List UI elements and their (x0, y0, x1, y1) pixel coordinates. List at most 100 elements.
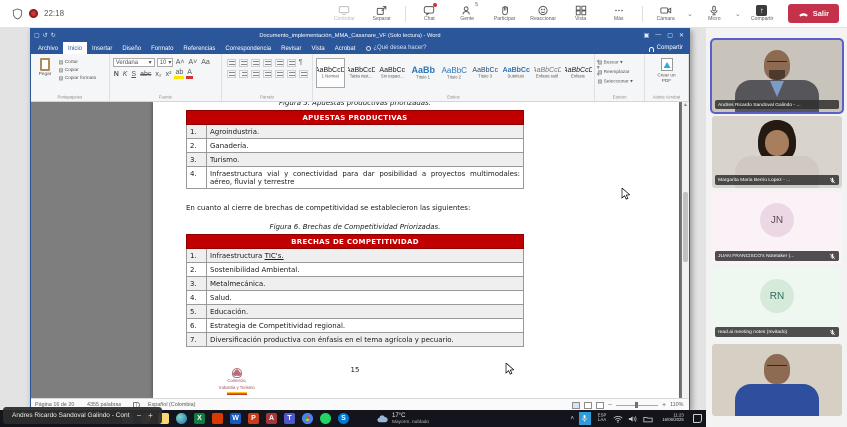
teams-icon[interactable]: T (284, 413, 295, 424)
zoom-slider[interactable] (616, 405, 658, 406)
zoom-out-icon[interactable]: − (608, 402, 612, 409)
tab-insertar[interactable]: Insertar (87, 42, 117, 54)
superscript-button[interactable]: x² (165, 71, 173, 78)
participant-tile-andres[interactable]: Andres Ricardo Sandoval Galindo - ... (712, 40, 842, 112)
leave-button[interactable]: Salir (788, 4, 839, 23)
wifi-icon[interactable] (613, 415, 623, 423)
action-center-icon[interactable] (693, 414, 702, 423)
zoom-level[interactable]: 110% (670, 402, 683, 407)
sort-icon[interactable] (287, 59, 296, 67)
undo-icon[interactable]: ↺ (43, 32, 48, 39)
shading-icon[interactable] (287, 70, 296, 78)
clock[interactable]: 11:2316/06/2025 (662, 414, 684, 423)
style-titulo-2[interactable]: AaBbCTítulo 2 (440, 58, 469, 88)
word-share-button[interactable]: Compartir (649, 42, 689, 54)
tab-revisar[interactable]: Revisar (276, 42, 306, 54)
pilcrow-icon[interactable]: ¶ (299, 59, 303, 67)
scrollbar-thumb[interactable] (683, 192, 688, 262)
underline-button[interactable]: S (130, 71, 137, 78)
increase-indent-icon[interactable] (275, 59, 284, 67)
select-button[interactable]: Seleccionar▾ (598, 79, 633, 85)
tell-me-box[interactable]: ¿Qué desea hacer? (360, 42, 432, 54)
redo-icon[interactable]: ↻ (51, 32, 56, 39)
font-size-select[interactable]: 10▾ (157, 58, 173, 67)
cut-button[interactable]: Cortar (59, 60, 96, 65)
popout-button[interactable]: Separar (364, 1, 400, 27)
whatsapp-icon[interactable] (320, 413, 331, 424)
react-button[interactable]: Reaccionar (525, 1, 561, 27)
participant-tile-juan-notetaker[interactable]: JN JUAN FRANCISCO's Notetaker (... (712, 192, 842, 264)
tab-inicio[interactable]: Inicio (63, 42, 87, 54)
active-mic-indicator[interactable] (579, 412, 591, 425)
access-icon[interactable]: A (266, 413, 277, 424)
web-layout-icon[interactable] (596, 402, 604, 409)
participant-tile-readai[interactable]: RN read.ai meeting notes (Invitado) (712, 268, 842, 340)
font-family-select[interactable]: Verdana▾ (113, 58, 155, 67)
more-button[interactable]: Más (601, 1, 637, 27)
office-app-icon[interactable] (212, 413, 223, 424)
bullet-list-icon[interactable] (227, 59, 236, 67)
style-sin-espaciado[interactable]: AaBbCcSin espaci... (378, 58, 407, 88)
skype-icon[interactable]: S (338, 413, 349, 424)
chat-button[interactable]: Chat (411, 1, 447, 27)
style-normal[interactable]: AaBbCcD1 Normal (316, 58, 345, 88)
volume-icon[interactable] (628, 415, 638, 423)
tab-referencias[interactable]: Referencias (178, 42, 220, 54)
edge-icon[interactable] (176, 413, 187, 424)
justify-icon[interactable] (263, 70, 272, 78)
tab-acrobat[interactable]: Acrobat (330, 42, 361, 54)
multilevel-list-icon[interactable] (251, 59, 260, 67)
tab-correspondencia[interactable]: Correspondencia (220, 42, 276, 54)
excel-icon[interactable]: X (194, 413, 205, 424)
font-color-button[interactable]: A (186, 69, 193, 79)
bold-button[interactable]: N (113, 71, 120, 78)
participant-tile-5[interactable] (712, 344, 842, 416)
view-button[interactable]: Vista (563, 1, 599, 27)
shrink-font-button[interactable]: A˅ (187, 59, 198, 66)
zoom-slider-thumb[interactable] (635, 402, 638, 408)
align-center-icon[interactable] (239, 70, 248, 78)
onedrive-folder-icon[interactable] (643, 415, 653, 423)
read-mode-icon[interactable] (572, 402, 580, 409)
strikethrough-button[interactable]: abc (139, 71, 152, 78)
numbered-list-icon[interactable] (239, 59, 248, 67)
replace-button[interactable]: Reemplazar (598, 70, 633, 75)
mic-chevron-icon[interactable]: ⌄ (735, 10, 741, 18)
find-button[interactable]: Buscar▾ (598, 60, 633, 66)
camera-chevron-icon[interactable]: ⌄ (687, 10, 693, 18)
align-left-icon[interactable] (227, 70, 236, 78)
minimize-icon[interactable]: — (655, 32, 661, 39)
participant-tile-margarita[interactable]: Margarita Maria Berrio Lopez - ... (712, 116, 842, 188)
tab-diseno[interactable]: Diseño (117, 42, 146, 54)
format-painter-button[interactable]: Copiar formato (59, 76, 96, 81)
close-icon[interactable]: ✕ (679, 32, 684, 39)
paste-button[interactable]: Pegar (34, 56, 56, 93)
powerpoint-icon[interactable]: P (248, 413, 259, 424)
highlight-button[interactable]: ab (174, 69, 184, 79)
zoom-in-icon[interactable]: + (662, 402, 666, 409)
tray-expand-icon[interactable]: ˄ (570, 416, 574, 422)
tab-archivo[interactable]: Archivo (33, 42, 63, 54)
vertical-scrollbar[interactable]: ▲ (682, 102, 689, 398)
italic-button[interactable]: K (122, 71, 129, 78)
align-right-icon[interactable] (251, 70, 260, 78)
style-titulo-1[interactable]: AaBbTítulo 1 (409, 58, 438, 88)
people-button[interactable]: 5 Gente (449, 1, 485, 27)
control-button[interactable]: Controlar (326, 1, 362, 27)
create-pdf-button[interactable]: Crear un PDF (652, 74, 681, 85)
weather-widget[interactable]: 17°C Mayorm. nublado (377, 413, 438, 425)
grow-font-button[interactable]: A˄ (175, 59, 186, 66)
subscript-button[interactable]: x₂ (154, 71, 162, 78)
pill-zoom-in-button[interactable]: + (148, 411, 153, 420)
line-spacing-icon[interactable] (275, 70, 284, 78)
scroll-up-icon[interactable]: ▲ (682, 102, 689, 108)
style-subtitulo[interactable]: AaBbCcSubtítulo (502, 58, 531, 88)
print-layout-icon[interactable] (584, 402, 592, 409)
chrome-icon[interactable] (302, 413, 313, 424)
raise-hand-button[interactable]: Participar (487, 1, 523, 27)
style-tabla[interactable]: AaBbCcDTabla ilust... (347, 58, 376, 88)
copy-button[interactable]: Copiar (59, 68, 96, 73)
word-icon[interactable]: W (230, 413, 241, 424)
tab-formato[interactable]: Formato (146, 42, 178, 54)
decrease-indent-icon[interactable] (263, 59, 272, 67)
